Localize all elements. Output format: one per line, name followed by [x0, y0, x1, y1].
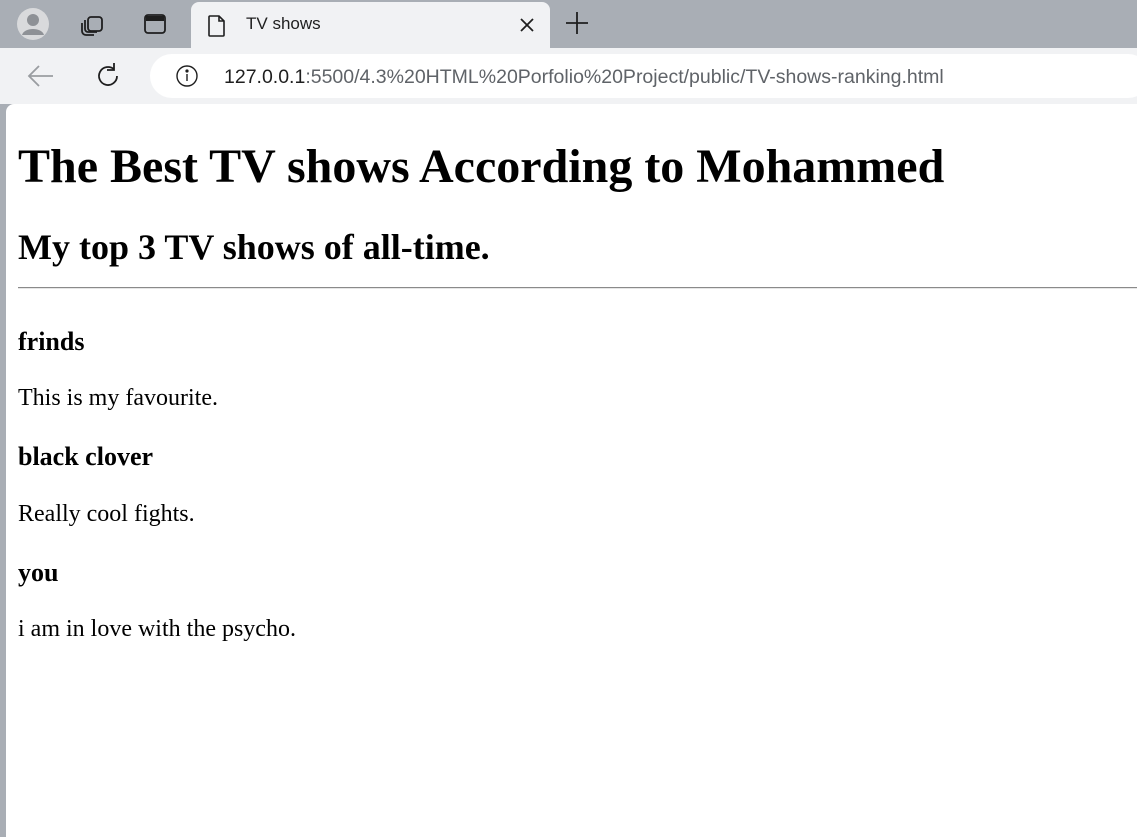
url-host: 127.0.0.1	[224, 66, 306, 88]
show-description: i am in love with the psycho.	[18, 616, 296, 642]
page-subtitle: My top 3 TV shows of all-time.	[18, 227, 490, 267]
profile-button[interactable]	[13, 4, 53, 44]
reload-icon[interactable]	[92, 60, 124, 92]
divider	[18, 287, 1137, 289]
info-icon[interactable]	[175, 64, 199, 88]
back-arrow-icon[interactable]	[26, 63, 56, 89]
tab-strip: TV shows	[0, 0, 1137, 48]
tab-actions-button[interactable]	[135, 4, 175, 44]
page-title: The Best TV shows According to Mohammed	[18, 140, 945, 193]
navigation-toolbar: 127.0.0.1:5500/4.3%20HTML%20Porfolio%20P…	[0, 48, 1137, 104]
plus-icon[interactable]	[563, 9, 591, 37]
page-icon	[208, 15, 225, 37]
page-viewport: The Best TV shows According to Mohammed …	[6, 104, 1137, 837]
show-description: Really cool fights.	[18, 501, 195, 527]
workspaces-icon	[81, 16, 103, 36]
close-icon[interactable]	[518, 16, 536, 34]
tab-title: TV shows	[246, 14, 321, 33]
address-bar[interactable]: 127.0.0.1:5500/4.3%20HTML%20Porfolio%20P…	[150, 54, 1137, 98]
show-title: you	[18, 558, 59, 587]
url-text: 127.0.0.1:5500/4.3%20HTML%20Porfolio%20P…	[224, 66, 944, 89]
show-description: This is my favourite.	[18, 385, 218, 411]
tab-tv-shows[interactable]: TV shows	[191, 2, 550, 48]
profile-icon	[17, 8, 49, 40]
tab-actions-icon	[144, 14, 166, 34]
show-title: frinds	[18, 327, 85, 356]
url-path: :5500/4.3%20HTML%20Porfolio%20Project/pu…	[305, 66, 944, 88]
show-title: black clover	[18, 442, 154, 471]
workspaces-button[interactable]	[73, 4, 113, 44]
